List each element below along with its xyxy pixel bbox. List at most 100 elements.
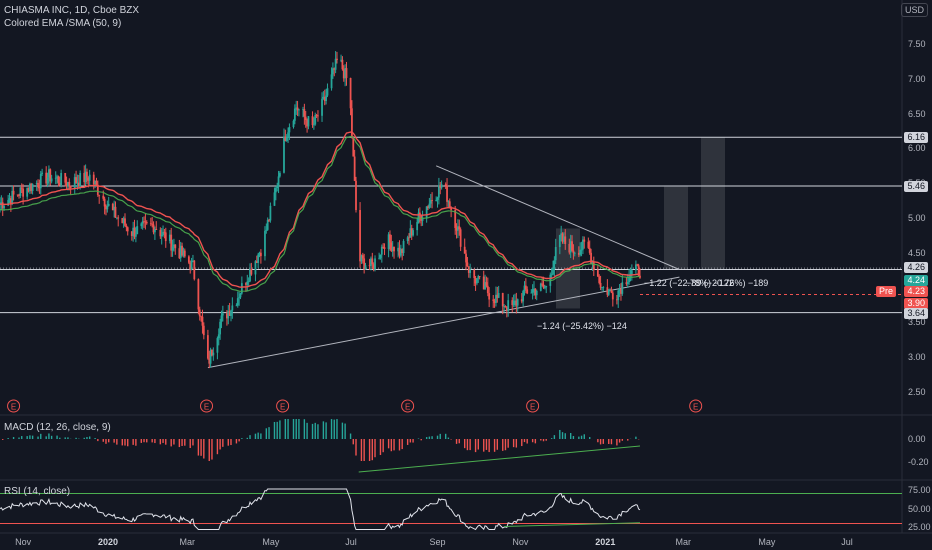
candle-body xyxy=(355,180,357,211)
price-axis-tick: 7.00 xyxy=(908,73,926,84)
candle-body xyxy=(307,116,310,127)
candle-body xyxy=(465,253,467,263)
candle-body xyxy=(277,176,280,186)
measure-annotation: −89 (−20.76%) −189 xyxy=(686,278,769,288)
x-axis-tick: Mar xyxy=(179,537,196,547)
candle-body xyxy=(389,234,391,243)
candle-body xyxy=(190,260,193,270)
candle-body xyxy=(283,136,285,173)
macd-axis-tick: -0.20 xyxy=(908,457,929,467)
candle-body xyxy=(125,225,128,228)
candle-body xyxy=(136,226,139,235)
candle-body xyxy=(202,325,205,336)
candle-body xyxy=(588,247,591,253)
candle-body xyxy=(431,200,433,201)
price-axis-tick: 3.00 xyxy=(908,352,926,363)
candle-body xyxy=(504,306,507,308)
candle-body xyxy=(292,120,295,128)
candle-body xyxy=(250,268,253,275)
candle-body xyxy=(380,246,383,255)
candle-body xyxy=(274,188,277,193)
candle-body xyxy=(539,283,542,291)
candle-body xyxy=(164,232,167,242)
candle-body xyxy=(60,172,63,185)
x-axis-tick: May xyxy=(758,537,776,547)
measure-annotation: −1.24 (−25.42%) −124 xyxy=(537,321,627,331)
candle-body xyxy=(217,334,220,339)
candle-body xyxy=(530,292,533,294)
candle-body xyxy=(273,192,276,206)
candle-body xyxy=(507,300,510,311)
candle-body xyxy=(174,244,177,249)
candle-body xyxy=(314,115,317,125)
candle-body xyxy=(402,240,405,253)
currency-badge[interactable]: USD xyxy=(900,3,928,17)
candle-body xyxy=(19,187,22,196)
candle-body xyxy=(602,287,605,289)
x-axis-tick: 2021 xyxy=(595,537,616,547)
candle-body xyxy=(571,241,573,251)
candle-body xyxy=(64,172,67,183)
candle-body xyxy=(636,264,639,266)
shaded-zone xyxy=(664,186,688,270)
candle-body xyxy=(466,262,469,267)
earnings-marker-label: E xyxy=(204,403,209,412)
candle-body xyxy=(276,185,279,189)
candle-body xyxy=(230,310,232,316)
candle-body xyxy=(240,283,243,294)
candle-body xyxy=(583,239,586,242)
candle-body xyxy=(197,279,200,310)
candle-body xyxy=(212,352,215,356)
candle-body xyxy=(617,290,620,301)
price-axis-tick: 5.00 xyxy=(908,213,926,223)
candle-body xyxy=(311,116,314,126)
candle-body xyxy=(485,282,488,286)
price-label: 4.26 xyxy=(904,261,928,273)
candle-body xyxy=(304,116,307,121)
candle-body xyxy=(235,305,238,307)
price-label: 4.23 xyxy=(904,285,928,297)
price-axis-tick: 2.50 xyxy=(908,387,926,397)
earnings-marker-label: E xyxy=(280,403,285,412)
candle-body xyxy=(254,261,257,275)
candle-body xyxy=(436,197,439,200)
chart-canvas: EEEEEE xyxy=(0,0,932,534)
candle-body xyxy=(103,198,106,207)
candle-body xyxy=(459,229,462,247)
candle-body xyxy=(140,223,143,227)
x-axis-tick: Nov xyxy=(512,537,529,547)
candle-body xyxy=(221,313,224,316)
x-axis-tick: Sep xyxy=(429,537,446,547)
earnings-marker-label: E xyxy=(11,403,16,412)
candle-body xyxy=(587,241,590,248)
x-axis-tick: Nov xyxy=(15,537,32,547)
candle-body xyxy=(69,185,72,189)
candle-body xyxy=(265,229,268,231)
candle-body xyxy=(336,58,338,61)
chart-title: CHIASMA INC, 1D, Cboe BZX xyxy=(4,5,140,16)
candle-body xyxy=(155,229,158,230)
candle-body xyxy=(68,182,71,186)
candle-body xyxy=(107,203,110,206)
candle-body xyxy=(117,217,120,219)
candle-body xyxy=(476,278,478,284)
candle-body xyxy=(86,171,88,178)
candle-body xyxy=(238,297,241,299)
candle-body xyxy=(341,59,344,70)
candle-body xyxy=(98,194,101,196)
candle-body xyxy=(580,249,583,251)
candle-body xyxy=(543,287,546,289)
candle-body xyxy=(621,282,624,294)
candle-body xyxy=(526,289,529,294)
rsi-axis-tick: 25.00 xyxy=(908,522,931,533)
candle-body xyxy=(558,234,561,248)
candle-body xyxy=(54,177,57,179)
candle-body xyxy=(374,258,376,270)
earnings-marker-label: E xyxy=(405,403,410,412)
candle-body xyxy=(444,184,447,186)
candle-body xyxy=(435,199,438,201)
candle-body xyxy=(326,88,329,96)
candle-body xyxy=(334,58,337,70)
candle-body xyxy=(50,178,53,182)
candle-body xyxy=(187,256,190,263)
